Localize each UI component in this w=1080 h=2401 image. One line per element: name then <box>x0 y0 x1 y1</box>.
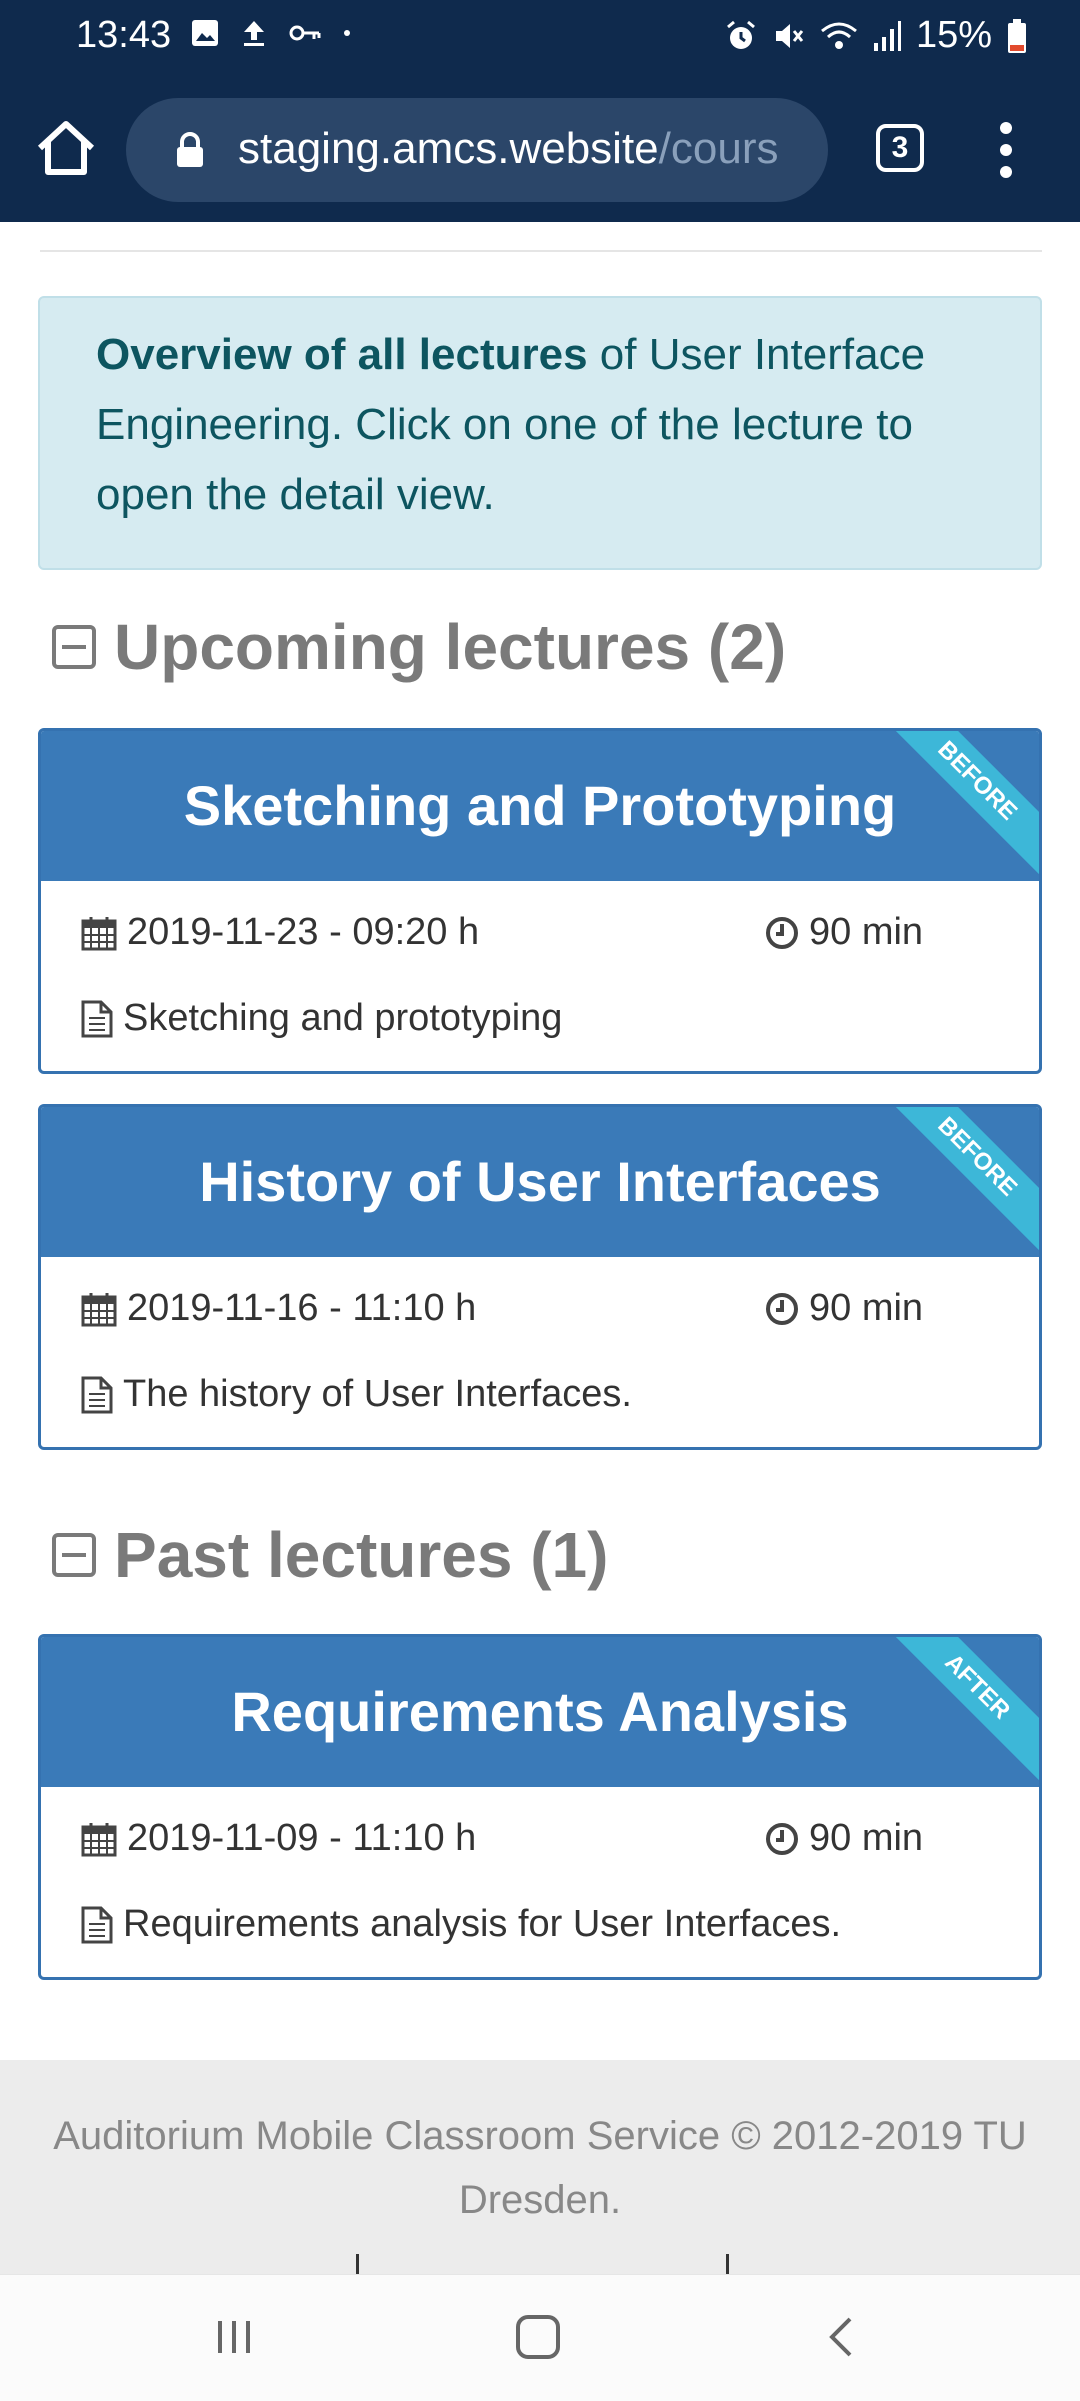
lecture-card[interactable]: Requirements Analysis AFTER 2019-11-09 -… <box>38 1634 1042 1980</box>
system-nav-bar <box>0 2274 1080 2401</box>
lecture-card[interactable]: Sketching and Prototyping BEFORE 2019-11… <box>38 728 1042 1074</box>
document-icon <box>81 1906 113 1943</box>
document-icon <box>81 1000 113 1037</box>
lecture-title-bar: Requirements Analysis AFTER <box>41 1637 1039 1787</box>
upload-icon <box>244 21 264 46</box>
home-icon[interactable] <box>34 116 98 180</box>
lecture-title-bar: History of User Interfaces BEFORE <box>41 1107 1039 1257</box>
url-path: /cours <box>658 124 779 173</box>
lecture-date-row: 2019-11-16 - 11:10 h <box>81 1287 476 1330</box>
lecture-date-row: 2019-11-23 - 09:20 h <box>81 911 479 954</box>
status-ribbon: BEFORE <box>883 731 1039 875</box>
key-icon <box>289 25 321 41</box>
info-box: Overview of all lectures of User Interfa… <box>38 296 1042 570</box>
url-bar[interactable]: staging.amcs.website/cours <box>126 98 828 202</box>
home-nav-icon[interactable] <box>516 2315 560 2359</box>
lecture-date-row: 2019-11-09 - 11:10 h <box>81 1817 476 1860</box>
status-ribbon: AFTER <box>883 1637 1039 1781</box>
lecture-description-row: Sketching and prototyping <box>81 997 562 1040</box>
status-time: 13:43 <box>76 14 172 56</box>
tab-switcher-button[interactable]: 3 <box>876 124 924 172</box>
past-section-title: Past lectures (1) <box>114 1519 609 1591</box>
status-left-icons <box>190 18 352 48</box>
status-right: 15% <box>724 14 1028 57</box>
lecture-date: 2019-11-09 - 11:10 h <box>127 1817 477 1859</box>
calendar-icon <box>81 916 117 950</box>
calendar-icon <box>81 1822 117 1856</box>
recent-apps-icon[interactable] <box>214 2317 254 2357</box>
browser-toolbar: staging.amcs.website/cours 3 <box>0 88 1080 210</box>
lecture-description: Requirements analysis for User Interface… <box>123 1903 842 1945</box>
lecture-duration-row: 90 min <box>765 1287 923 1330</box>
status-ribbon: BEFORE <box>883 1107 1039 1251</box>
lecture-duration: 90 min <box>809 1817 924 1859</box>
lecture-title-bar: Sketching and Prototyping BEFORE <box>41 731 1039 881</box>
lecture-details: 2019-11-16 - 11:10 h 90 min The history … <box>41 1257 1039 1447</box>
url-domain: staging.amcs.website <box>238 124 659 173</box>
collapse-icon[interactable] <box>52 1533 96 1577</box>
top-bar: 13:43 15% staging.amcs.website/cours 3 <box>0 0 1080 222</box>
clock-icon <box>766 916 798 949</box>
battery-percent: 15% <box>915 14 992 56</box>
collapse-icon[interactable] <box>52 625 96 669</box>
lecture-title: Requirements Analysis <box>231 1680 849 1743</box>
lecture-duration: 90 min <box>809 911 924 953</box>
lecture-description-row: The history of User Interfaces. <box>81 1373 632 1416</box>
lecture-duration-row: 90 min <box>765 911 923 954</box>
alarm-icon <box>726 20 755 49</box>
lecture-description: Sketching and prototyping <box>123 997 563 1039</box>
calendar-icon <box>81 1292 117 1326</box>
lecture-details: 2019-11-23 - 09:20 h 90 min Sketching an… <box>41 881 1039 1071</box>
footer-line-1: Auditorium Mobile Classroom Service © 20… <box>53 2114 1027 2158</box>
more-menu-icon[interactable] <box>994 122 1018 178</box>
footer-line-2: Dresden. <box>458 2178 622 2222</box>
lecture-title: Sketching and Prototyping <box>183 774 897 837</box>
clock-icon <box>766 1822 798 1855</box>
divider <box>40 250 1042 252</box>
lecture-duration-row: 90 min <box>765 1817 923 1860</box>
clock-icon <box>766 1292 798 1325</box>
lecture-details: 2019-11-09 - 11:10 h 90 min Requirements… <box>41 1787 1039 1977</box>
upcoming-section-title: Upcoming lectures (2) <box>114 611 787 683</box>
past-section-header[interactable]: Past lectures (1) <box>52 1518 608 1592</box>
lecture-duration: 90 min <box>809 1287 924 1329</box>
lecture-description-row: Requirements analysis for User Interface… <box>81 1903 841 1946</box>
signal-icon <box>873 20 901 51</box>
info-bold: Overview of all lectures <box>96 330 588 379</box>
lock-icon <box>177 132 203 167</box>
dot-icon <box>344 30 350 36</box>
mute-icon <box>775 23 804 48</box>
document-icon <box>81 1376 113 1413</box>
status-bar: 13:43 15% <box>0 0 1080 76</box>
lecture-description: The history of User Interfaces. <box>123 1373 632 1415</box>
footer-copyright: Auditorium Mobile Classroom Service © 20… <box>0 2104 1080 2232</box>
back-icon[interactable] <box>822 2315 862 2359</box>
lecture-title: History of User Interfaces <box>199 1150 881 1213</box>
wifi-icon <box>820 22 857 49</box>
url-text: staging.amcs.website/cours <box>238 124 778 174</box>
upcoming-section-header[interactable]: Upcoming lectures (2) <box>52 610 786 684</box>
image-icon <box>192 20 218 46</box>
lecture-date: 2019-11-23 - 09:20 h <box>127 911 480 953</box>
battery-icon <box>1008 18 1026 53</box>
lecture-card[interactable]: History of User Interfaces BEFORE 2019-1… <box>38 1104 1042 1450</box>
lecture-date: 2019-11-16 - 11:10 h <box>127 1287 477 1329</box>
